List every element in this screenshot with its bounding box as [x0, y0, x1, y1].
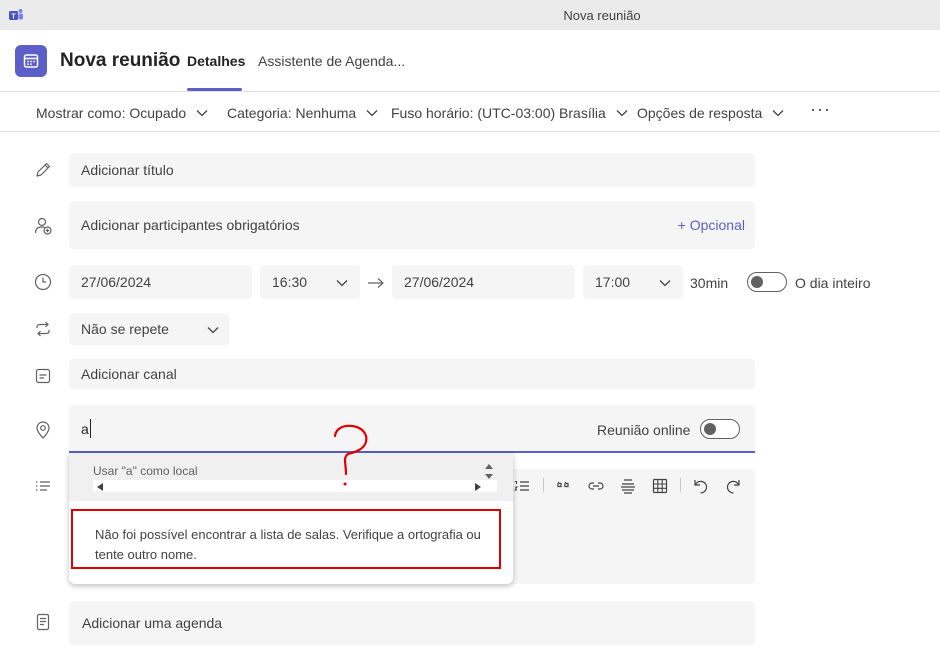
vertical-scrollbar[interactable] — [481, 461, 497, 483]
meeting-header: Nova reunião Detalhes Assistente de Agen… — [0, 30, 940, 92]
question-mark-annotation-icon — [330, 424, 370, 493]
scroll-left-icon[interactable] — [97, 483, 103, 491]
scroll-right-icon[interactable] — [475, 483, 481, 491]
timezone-dropdown[interactable]: Fuso horário: (UTC-03:00) Brasília — [391, 104, 628, 121]
arrow-right-icon — [366, 273, 386, 298]
no-rooms-error-message: Não foi possível encontrar a lista de sa… — [71, 509, 501, 569]
clock-icon — [33, 272, 53, 292]
start-time-dropdown[interactable]: 16:30 — [260, 265, 360, 299]
response-options-label: Opções de resposta — [637, 105, 763, 121]
attendees-placeholder: Adicionar participantes obrigatórios — [81, 217, 300, 233]
add-person-icon — [33, 216, 53, 236]
location-suggestions-dropdown: Usar "a" como local Não foi possível enc… — [69, 453, 513, 584]
active-tab-indicator — [187, 88, 242, 91]
channel-icon — [33, 366, 53, 386]
end-time-value: 17:00 — [595, 274, 631, 290]
all-day-toggle[interactable] — [747, 272, 787, 292]
table-icon[interactable] — [650, 476, 670, 496]
toolbar-divider — [680, 478, 681, 492]
channel-input[interactable]: Adicionar canal — [69, 359, 755, 389]
show-as-label: Mostrar como: Ocupado — [36, 105, 187, 121]
undo-icon[interactable] — [691, 476, 711, 496]
chevron-down-icon — [772, 104, 784, 120]
start-date-input[interactable]: 27/06/2024 — [69, 265, 252, 299]
agenda-placeholder: Adicionar uma agenda — [82, 615, 223, 631]
dropdown-header: Usar "a" como local — [69, 453, 513, 501]
text-cursor — [90, 419, 91, 438]
toolbar-divider — [543, 478, 544, 492]
channel-placeholder: Adicionar canal — [81, 366, 177, 382]
toggle-knob — [751, 276, 763, 288]
chevron-down-icon — [196, 104, 208, 120]
chevron-down-icon — [616, 104, 628, 120]
options-bar: Mostrar como: Ocupado Categoria: Nenhuma… — [0, 93, 940, 132]
location-pin-icon — [33, 420, 53, 440]
tab-scheduling-assistant[interactable]: Assistente de Agenda... — [258, 53, 405, 69]
link-icon[interactable] — [586, 476, 606, 496]
tab-details[interactable]: Detalhes — [187, 53, 245, 69]
quote-icon[interactable] — [554, 476, 574, 496]
page-title: Nova reunião — [60, 50, 181, 71]
start-date-value: 27/06/2024 — [81, 274, 152, 290]
category-label: Categoria: Nenhuma — [227, 105, 357, 121]
redo-icon[interactable] — [723, 476, 743, 496]
chevron-down-icon — [366, 104, 378, 120]
repeat-dropdown[interactable]: Não se repete — [69, 313, 229, 345]
window-title: Nova reunião — [563, 8, 641, 23]
title-bar: T Nova reunião — [0, 0, 940, 30]
end-date-value: 27/06/2024 — [404, 274, 475, 290]
title-input[interactable]: Adicionar título — [69, 153, 755, 187]
agenda-icon — [33, 612, 53, 632]
location-value: a — [81, 421, 89, 437]
all-day-label: O dia inteiro — [795, 275, 871, 291]
toggle-knob — [704, 423, 716, 435]
list-details-icon — [33, 476, 53, 496]
horizontal-rule-icon[interactable] — [618, 476, 638, 496]
agenda-input[interactable]: Adicionar uma agenda — [69, 601, 755, 645]
optional-attendees-link[interactable]: + Opcional — [678, 217, 745, 233]
show-as-dropdown[interactable]: Mostrar como: Ocupado — [36, 104, 208, 121]
end-date-input[interactable]: 27/06/2024 — [392, 265, 575, 299]
online-meeting-label: Reunião online — [597, 422, 691, 438]
duration-label: 30min — [690, 275, 729, 291]
start-time-value: 16:30 — [272, 274, 308, 290]
calendar-icon — [15, 45, 47, 77]
horizontal-scrollbar[interactable] — [93, 480, 497, 492]
more-options-button[interactable]: ··· — [810, 99, 831, 120]
timezone-label: Fuso horário: (UTC-03:00) Brasília — [391, 105, 606, 121]
numbered-list-icon[interactable] — [512, 476, 532, 496]
online-meeting-toggle[interactable] — [700, 419, 740, 439]
response-options-dropdown[interactable]: Opções de resposta — [637, 104, 784, 121]
end-time-dropdown[interactable]: 17:00 — [583, 265, 683, 299]
chevron-down-icon — [336, 274, 348, 290]
pencil-icon — [33, 160, 53, 180]
use-as-location-option[interactable]: Usar "a" como local — [93, 464, 198, 478]
title-placeholder: Adicionar título — [81, 162, 174, 178]
chevron-down-icon — [659, 274, 671, 290]
category-dropdown[interactable]: Categoria: Nenhuma — [227, 104, 378, 121]
repeat-icon — [33, 319, 53, 339]
chevron-down-icon — [207, 321, 219, 337]
repeat-value: Não se repete — [81, 321, 169, 337]
attendees-input[interactable]: Adicionar participantes obrigatórios + O… — [69, 201, 755, 249]
